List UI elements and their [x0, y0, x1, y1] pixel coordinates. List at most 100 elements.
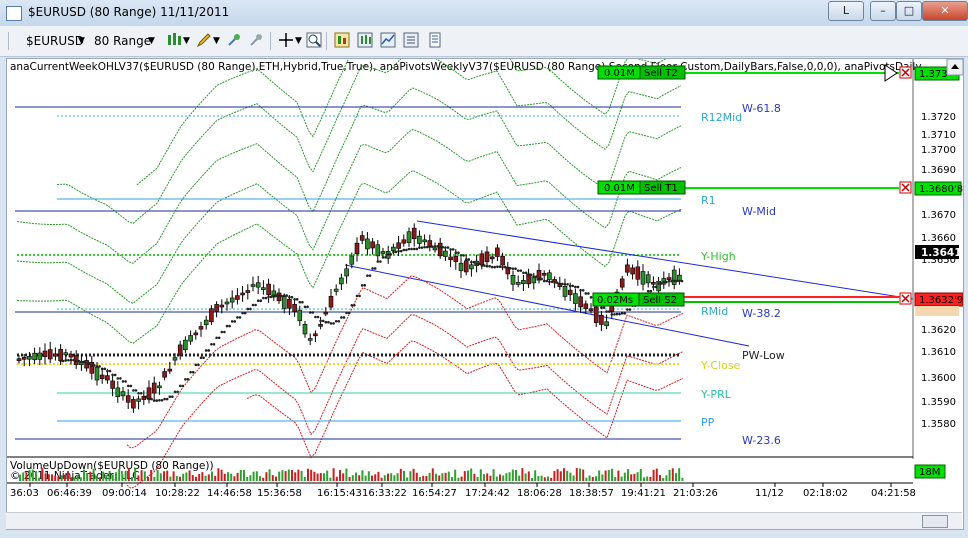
period-dropdown-icon[interactable]: ▼	[148, 31, 155, 51]
volume-bar	[255, 471, 258, 481]
candle-body	[214, 304, 219, 312]
ma-dot	[532, 275, 536, 278]
ma-dot	[124, 380, 127, 383]
candle-body	[651, 281, 656, 285]
horizontal-scrollbar[interactable]	[6, 512, 962, 529]
volume-bar	[367, 471, 370, 481]
volume-bar	[371, 475, 373, 481]
close-button[interactable]: ✕	[922, 1, 968, 21]
chart-trader-icon[interactable]	[334, 32, 350, 48]
candle-body	[235, 295, 240, 300]
chart-panel[interactable]: anaCurrentWeekOHLV37($EURUSD (80 Range),…	[6, 12, 964, 530]
ma-dot	[433, 244, 437, 248]
ma-dot	[394, 250, 398, 254]
candle-body	[411, 227, 417, 240]
ma-dot	[87, 362, 91, 365]
maximize-button[interactable]: □	[896, 1, 922, 21]
volume-bar	[38, 477, 41, 481]
channel-lower-line[interactable]	[344, 264, 750, 347]
drawing-pencil-icon[interactable]	[196, 32, 212, 48]
candle-body	[229, 297, 235, 303]
candle-body	[567, 289, 573, 295]
candle-body	[437, 242, 443, 257]
volume-bar	[271, 475, 274, 481]
ma-dot	[210, 342, 213, 346]
time-tick-label: 16:15:43	[317, 488, 362, 499]
volume-bar	[92, 468, 95, 481]
candle-body	[99, 374, 105, 379]
candle-body	[58, 349, 63, 362]
cancel-order-t1-button[interactable]	[899, 181, 912, 194]
bar-type-icon[interactable]	[166, 32, 182, 48]
time-tick-label: 11/12	[755, 488, 784, 499]
data-box-icon[interactable]	[403, 32, 419, 48]
scrollbar-thumb[interactable]	[922, 515, 948, 528]
cancel-order-t2-button[interactable]	[899, 66, 912, 79]
volume-bar	[627, 469, 629, 481]
ma-dot	[646, 289, 650, 293]
volume-bar	[185, 472, 188, 481]
candle-body	[640, 271, 646, 285]
order-tag-s2[interactable]: 0.02Ms Sell S2	[592, 292, 685, 307]
price-tick-label: 1.3690	[921, 165, 956, 176]
order-tag-t1[interactable]: 0.01M Sell T1	[597, 180, 686, 195]
ma-dot	[340, 316, 343, 319]
ma-dot	[511, 267, 515, 270]
volume-bar	[211, 471, 213, 481]
time-tick-label: 15:36:58	[257, 488, 302, 499]
price-chart[interactable]: anaCurrentWeekOHLV37($EURUSD (80 Range),…	[7, 12, 964, 529]
ma-dot	[100, 367, 104, 371]
instrument-dropdown-icon[interactable]: ▼	[78, 31, 85, 51]
volume-bar	[278, 471, 281, 481]
properties-icon[interactable]	[427, 32, 443, 48]
ma-dot	[675, 279, 679, 283]
ma-dot	[178, 384, 182, 388]
indicators-icon[interactable]	[357, 32, 373, 48]
scroll-up-button[interactable]	[946, 58, 964, 76]
ma-dot	[610, 313, 614, 316]
ma-dot	[360, 284, 364, 287]
price-tick-label: 1.3610	[921, 347, 956, 358]
t1-price-value: 1.3680'8	[919, 184, 963, 195]
crosshair-icon[interactable]	[278, 32, 294, 48]
bar-type-dropdown-icon[interactable]: ▼	[183, 31, 190, 51]
period-selector[interactable]: 80 Range	[94, 31, 151, 51]
ma-dot	[311, 311, 315, 314]
ma-dot	[363, 284, 367, 287]
volume-bar	[409, 471, 412, 481]
volume-bar	[351, 475, 354, 481]
instrument-selector[interactable]: $EURUSD	[26, 31, 84, 51]
candle-body	[53, 353, 58, 357]
ma-dot	[345, 311, 348, 315]
candle-body	[162, 371, 167, 378]
candle-body	[47, 349, 53, 360]
ma-dot	[457, 251, 460, 255]
indicator-caption: anaCurrentWeekOHLV37($EURUSD (80 Range),…	[10, 61, 922, 73]
ma-dot	[160, 398, 164, 402]
language-button[interactable]: L	[828, 1, 864, 21]
cancel-order-s2-button[interactable]	[899, 292, 912, 305]
ma-dot	[563, 283, 567, 286]
zoom-icon[interactable]	[306, 32, 322, 48]
volume-bar	[489, 475, 492, 481]
ma-dot	[553, 281, 556, 284]
volume-bar	[617, 470, 620, 481]
insert-order-icon[interactable]	[226, 32, 242, 48]
strategies-icon[interactable]	[380, 32, 396, 48]
volume-bar	[41, 468, 44, 481]
volume-bar	[668, 469, 671, 481]
remove-icon[interactable]	[248, 32, 264, 48]
crosshair-dropdown-icon[interactable]: ▼	[295, 31, 302, 51]
drawing-dropdown-icon[interactable]: ▼	[213, 31, 220, 51]
order-tag-t2[interactable]: 0.01M Sell T2	[597, 65, 686, 80]
candle-body	[396, 242, 401, 249]
ma-dot	[324, 320, 328, 324]
minimize-button[interactable]: –	[870, 1, 896, 21]
time-tick-label: 16:33:22	[362, 488, 407, 499]
volume-bar	[249, 475, 252, 481]
channel-upper-line[interactable]	[416, 220, 914, 300]
ma-dot	[163, 397, 166, 401]
volume-bar	[473, 473, 476, 481]
volume-bar	[425, 476, 428, 481]
ma-dot	[490, 265, 494, 269]
